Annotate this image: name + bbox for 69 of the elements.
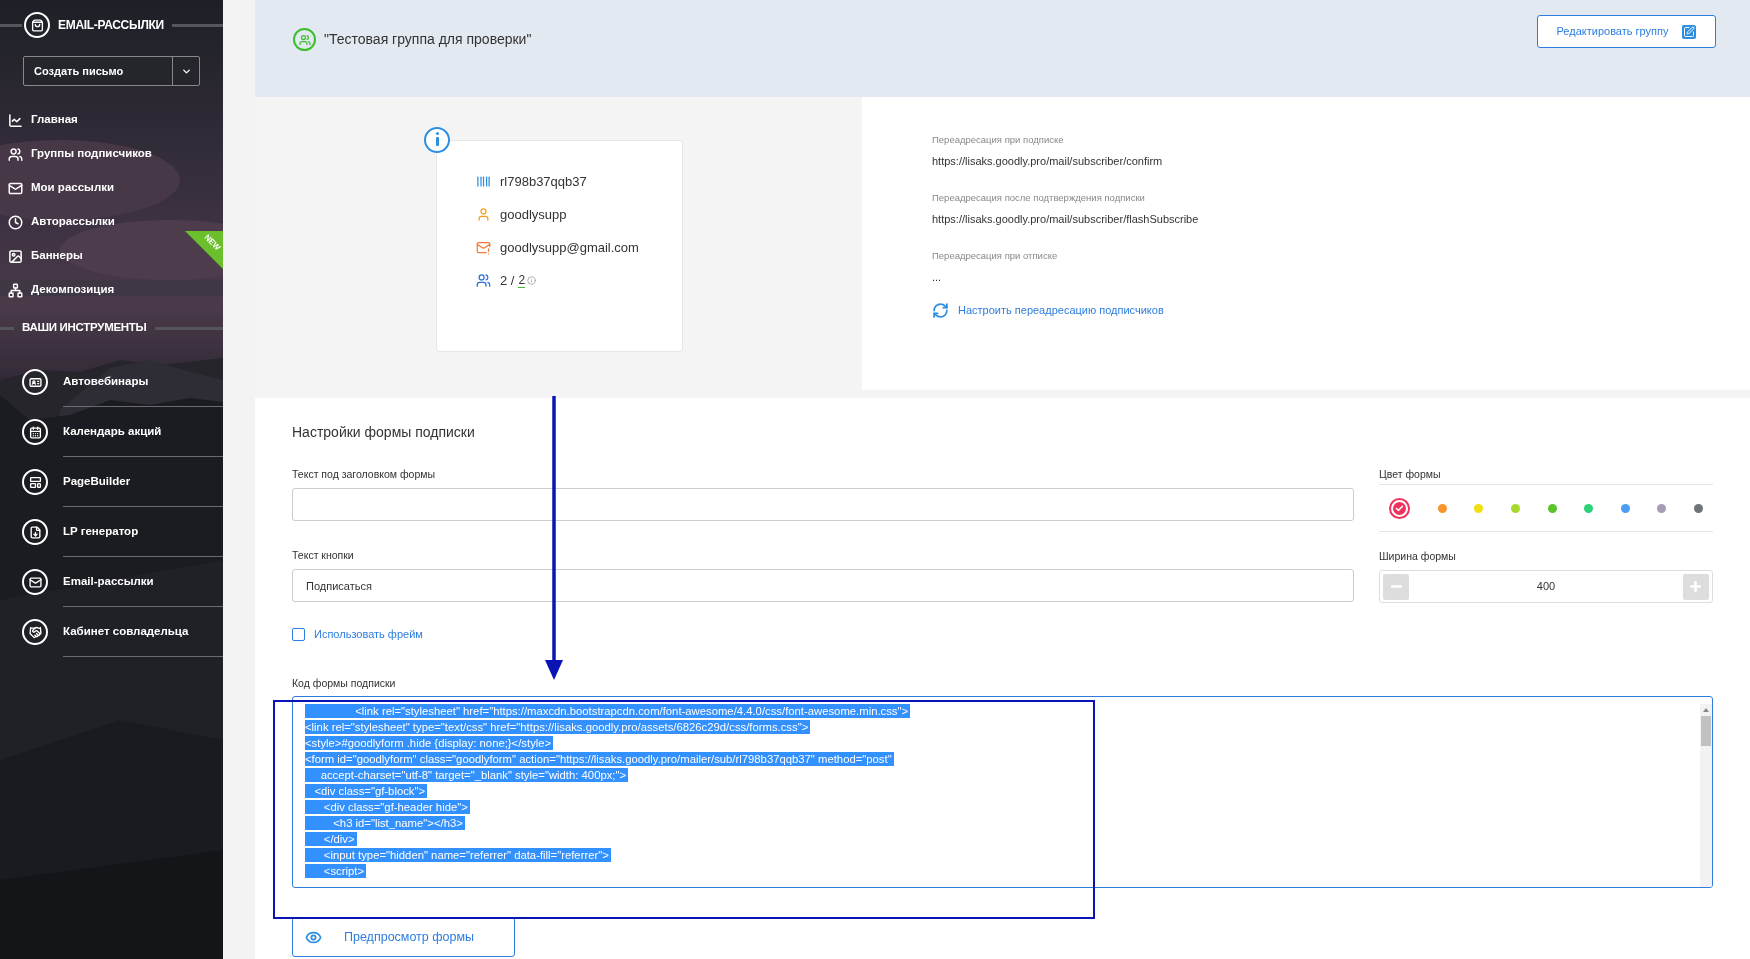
handshake-icon [22,619,48,645]
width-value: 400 [1536,579,1556,595]
info-text: goodlysupp [500,205,567,224]
shopping-bag-icon [24,12,50,38]
info-icon [527,276,537,285]
section-title: EMAIL-РАССЫЛКИ [58,17,164,34]
color-swatch[interactable] [1474,503,1484,513]
redirect-url: ... [932,270,943,286]
button-text-input[interactable]: Подписаться [292,569,1354,602]
color-swatch[interactable] [1657,503,1667,513]
refresh-icon [932,302,949,319]
group-title: "Тестовая группа для проверки" [324,30,532,49]
nav-item[interactable]: Мои рассылки [0,179,115,197]
checkbox-label: Использовать фрейм [314,627,423,642]
file-download-icon [22,519,48,545]
color-swatch[interactable] [1547,503,1557,513]
subtitle-input[interactable] [292,488,1354,521]
users-icon [476,273,491,288]
nav-item[interactable]: Баннеры [0,247,83,265]
code-textarea[interactable] [292,696,1713,889]
plus-icon [1688,579,1704,594]
nav-item[interactable]: Группы подписчиков [0,145,152,163]
redirect-label: Переадресация при подписке [932,133,1065,147]
hierarchy-icon [8,282,23,298]
nav-item[interactable]: Главная [0,111,78,129]
checkbox[interactable] [292,627,305,641]
color-swatch[interactable] [1389,497,1410,519]
field-label: Код формы подписки [292,675,397,691]
chart-icon [8,112,23,128]
user-icon [476,207,491,222]
color-swatch[interactable] [1694,503,1703,513]
color-swatch[interactable] [1584,503,1594,513]
count-link[interactable]: 2 [518,273,526,288]
edit-group-button[interactable]: Редактировать группу [1537,15,1716,48]
barcode-icon [476,174,491,189]
envelope-icon [476,240,491,255]
info-text: rl798b37qqb37 [500,172,587,191]
field-label: Цвет формы [1379,467,1442,482]
redirect-label: Переадресация при отписке [932,249,1059,263]
increase-button[interactable] [1683,573,1709,600]
clock-icon [8,214,23,230]
envelope-icon [22,569,48,595]
users-icon [8,146,23,162]
preview-button[interactable]: Предпросмотр формы [292,917,515,958]
field-label: Текст под заголовком формы [292,467,436,482]
image-icon [8,248,23,264]
nav-item[interactable]: Авторассылки [0,213,115,231]
envelope-icon [8,180,23,196]
color-swatch[interactable] [1510,503,1520,513]
decrease-button[interactable] [1383,573,1409,600]
redirect-settings-link[interactable]: Настроить переадресацию подписчиков [932,302,1750,319]
width-stepper[interactable]: 400 [1379,570,1713,603]
group-icon [293,28,316,51]
section-title: ВАШИ ИНСТРУМЕНТЫ [22,320,147,336]
color-swatch[interactable] [1620,503,1630,513]
edit-icon [1682,24,1697,39]
info-text: goodlysupp@gmail.com [500,238,639,257]
redirect-url: https://lisaks.goodly.pro/mail/subscriber/flashSubscribe [932,212,1200,228]
redirect-url: https://lisaks.goodly.pro/mail/subscriber/confirm [932,154,1164,170]
id-card-icon [22,369,48,395]
calendar-icon [22,419,48,445]
layout-icon [22,469,48,495]
info-text: 2 / [500,271,515,290]
section-heading: Настройки формы подписки [292,423,476,442]
color-swatch[interactable] [1437,503,1447,513]
redirect-label: Переадресация после подтверждения подписки [932,191,1146,205]
field-label: Текст кнопки [292,548,355,563]
field-label: Ширина формы [1379,549,1457,564]
nav-item[interactable]: Декомпозиция [0,281,115,299]
